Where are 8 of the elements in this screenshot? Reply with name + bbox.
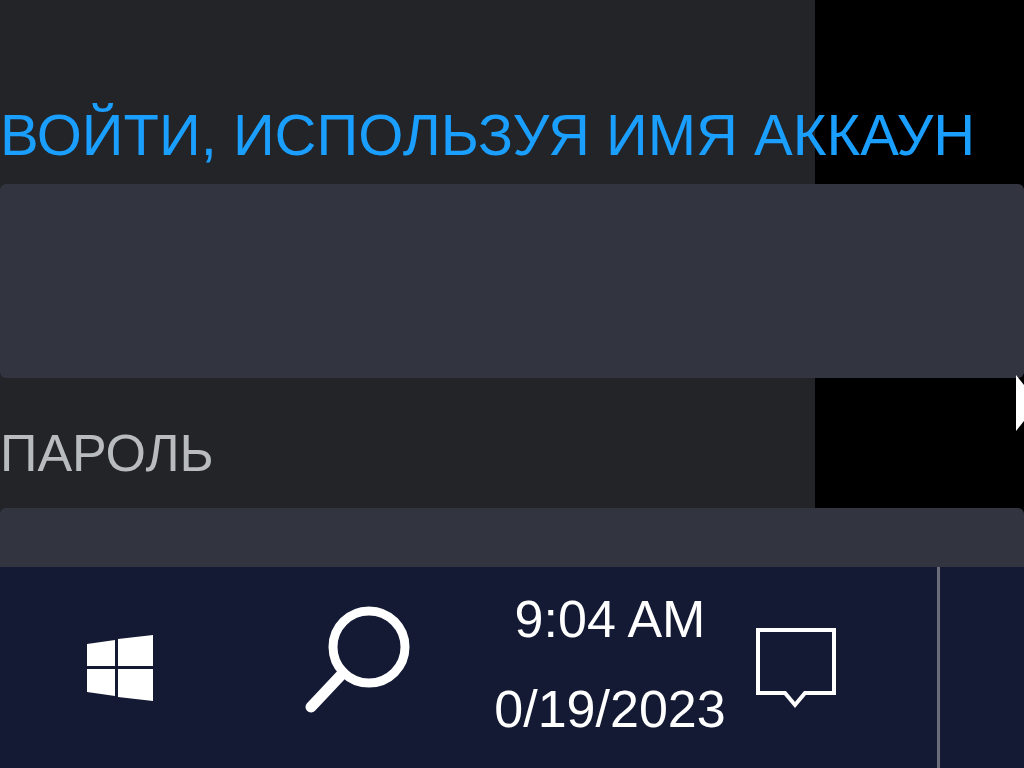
windows-start-icon[interactable] (87, 634, 153, 701)
notification-icon[interactable] (755, 626, 837, 709)
clock-time[interactable]: 9:04 AM (514, 573, 706, 664)
password-field[interactable] (0, 507, 1024, 567)
clock-date[interactable]: 0/19/2023 (494, 663, 726, 754)
account-name-field[interactable] (0, 184, 1024, 378)
password-label: ПАРОЛЬ (0, 422, 214, 484)
sign-in-link[interactable]: ВОЙТИ, ИСПОЛЬЗУЯ ИМЯ АККАУН (0, 98, 1024, 170)
